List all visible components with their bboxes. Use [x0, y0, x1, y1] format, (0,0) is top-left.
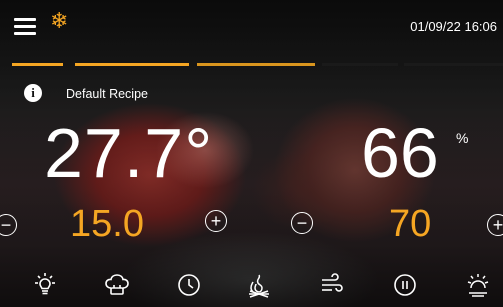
smoke-fire-icon[interactable]: [244, 270, 274, 300]
progress-segment-3: [138, 63, 189, 66]
temperature-increase-button[interactable]: +: [205, 210, 227, 232]
humidity-decrease-button[interactable]: −: [291, 212, 313, 234]
cycle-progress-bar: [12, 63, 503, 66]
clock-icon[interactable]: [174, 270, 204, 300]
light-bulb-icon[interactable]: [30, 270, 60, 300]
chef-hat-icon[interactable]: [102, 270, 132, 300]
datetime-display: 01/09/22 16:06: [410, 19, 497, 34]
progress-segment-4: [197, 63, 315, 66]
humidity-increase-button[interactable]: +: [487, 214, 503, 236]
humidity-setpoint[interactable]: 70: [389, 205, 431, 243]
snowflake-icon: ❄: [50, 8, 69, 33]
pause-icon[interactable]: [390, 270, 420, 300]
temperature-setpoint[interactable]: 15.0: [70, 205, 144, 243]
hamburger-menu-icon[interactable]: [14, 18, 36, 35]
ventilation-icon[interactable]: [316, 270, 346, 300]
progress-segment-6: [404, 63, 503, 66]
progress-segment-1: [12, 63, 63, 66]
info-icon[interactable]: i: [24, 84, 42, 102]
recipe-name[interactable]: Default Recipe: [66, 87, 148, 101]
current-humidity: 66: [361, 114, 439, 192]
progress-segment-5: [322, 63, 398, 66]
control-screen: ❄ 01/09/22 16:06 i Default Recipe 27.7° …: [0, 0, 503, 307]
progress-segment-2: [75, 63, 142, 66]
humidity-unit: %: [456, 130, 469, 146]
uv-lamp-icon[interactable]: [463, 270, 493, 300]
current-temperature: 27.7°: [44, 114, 214, 192]
